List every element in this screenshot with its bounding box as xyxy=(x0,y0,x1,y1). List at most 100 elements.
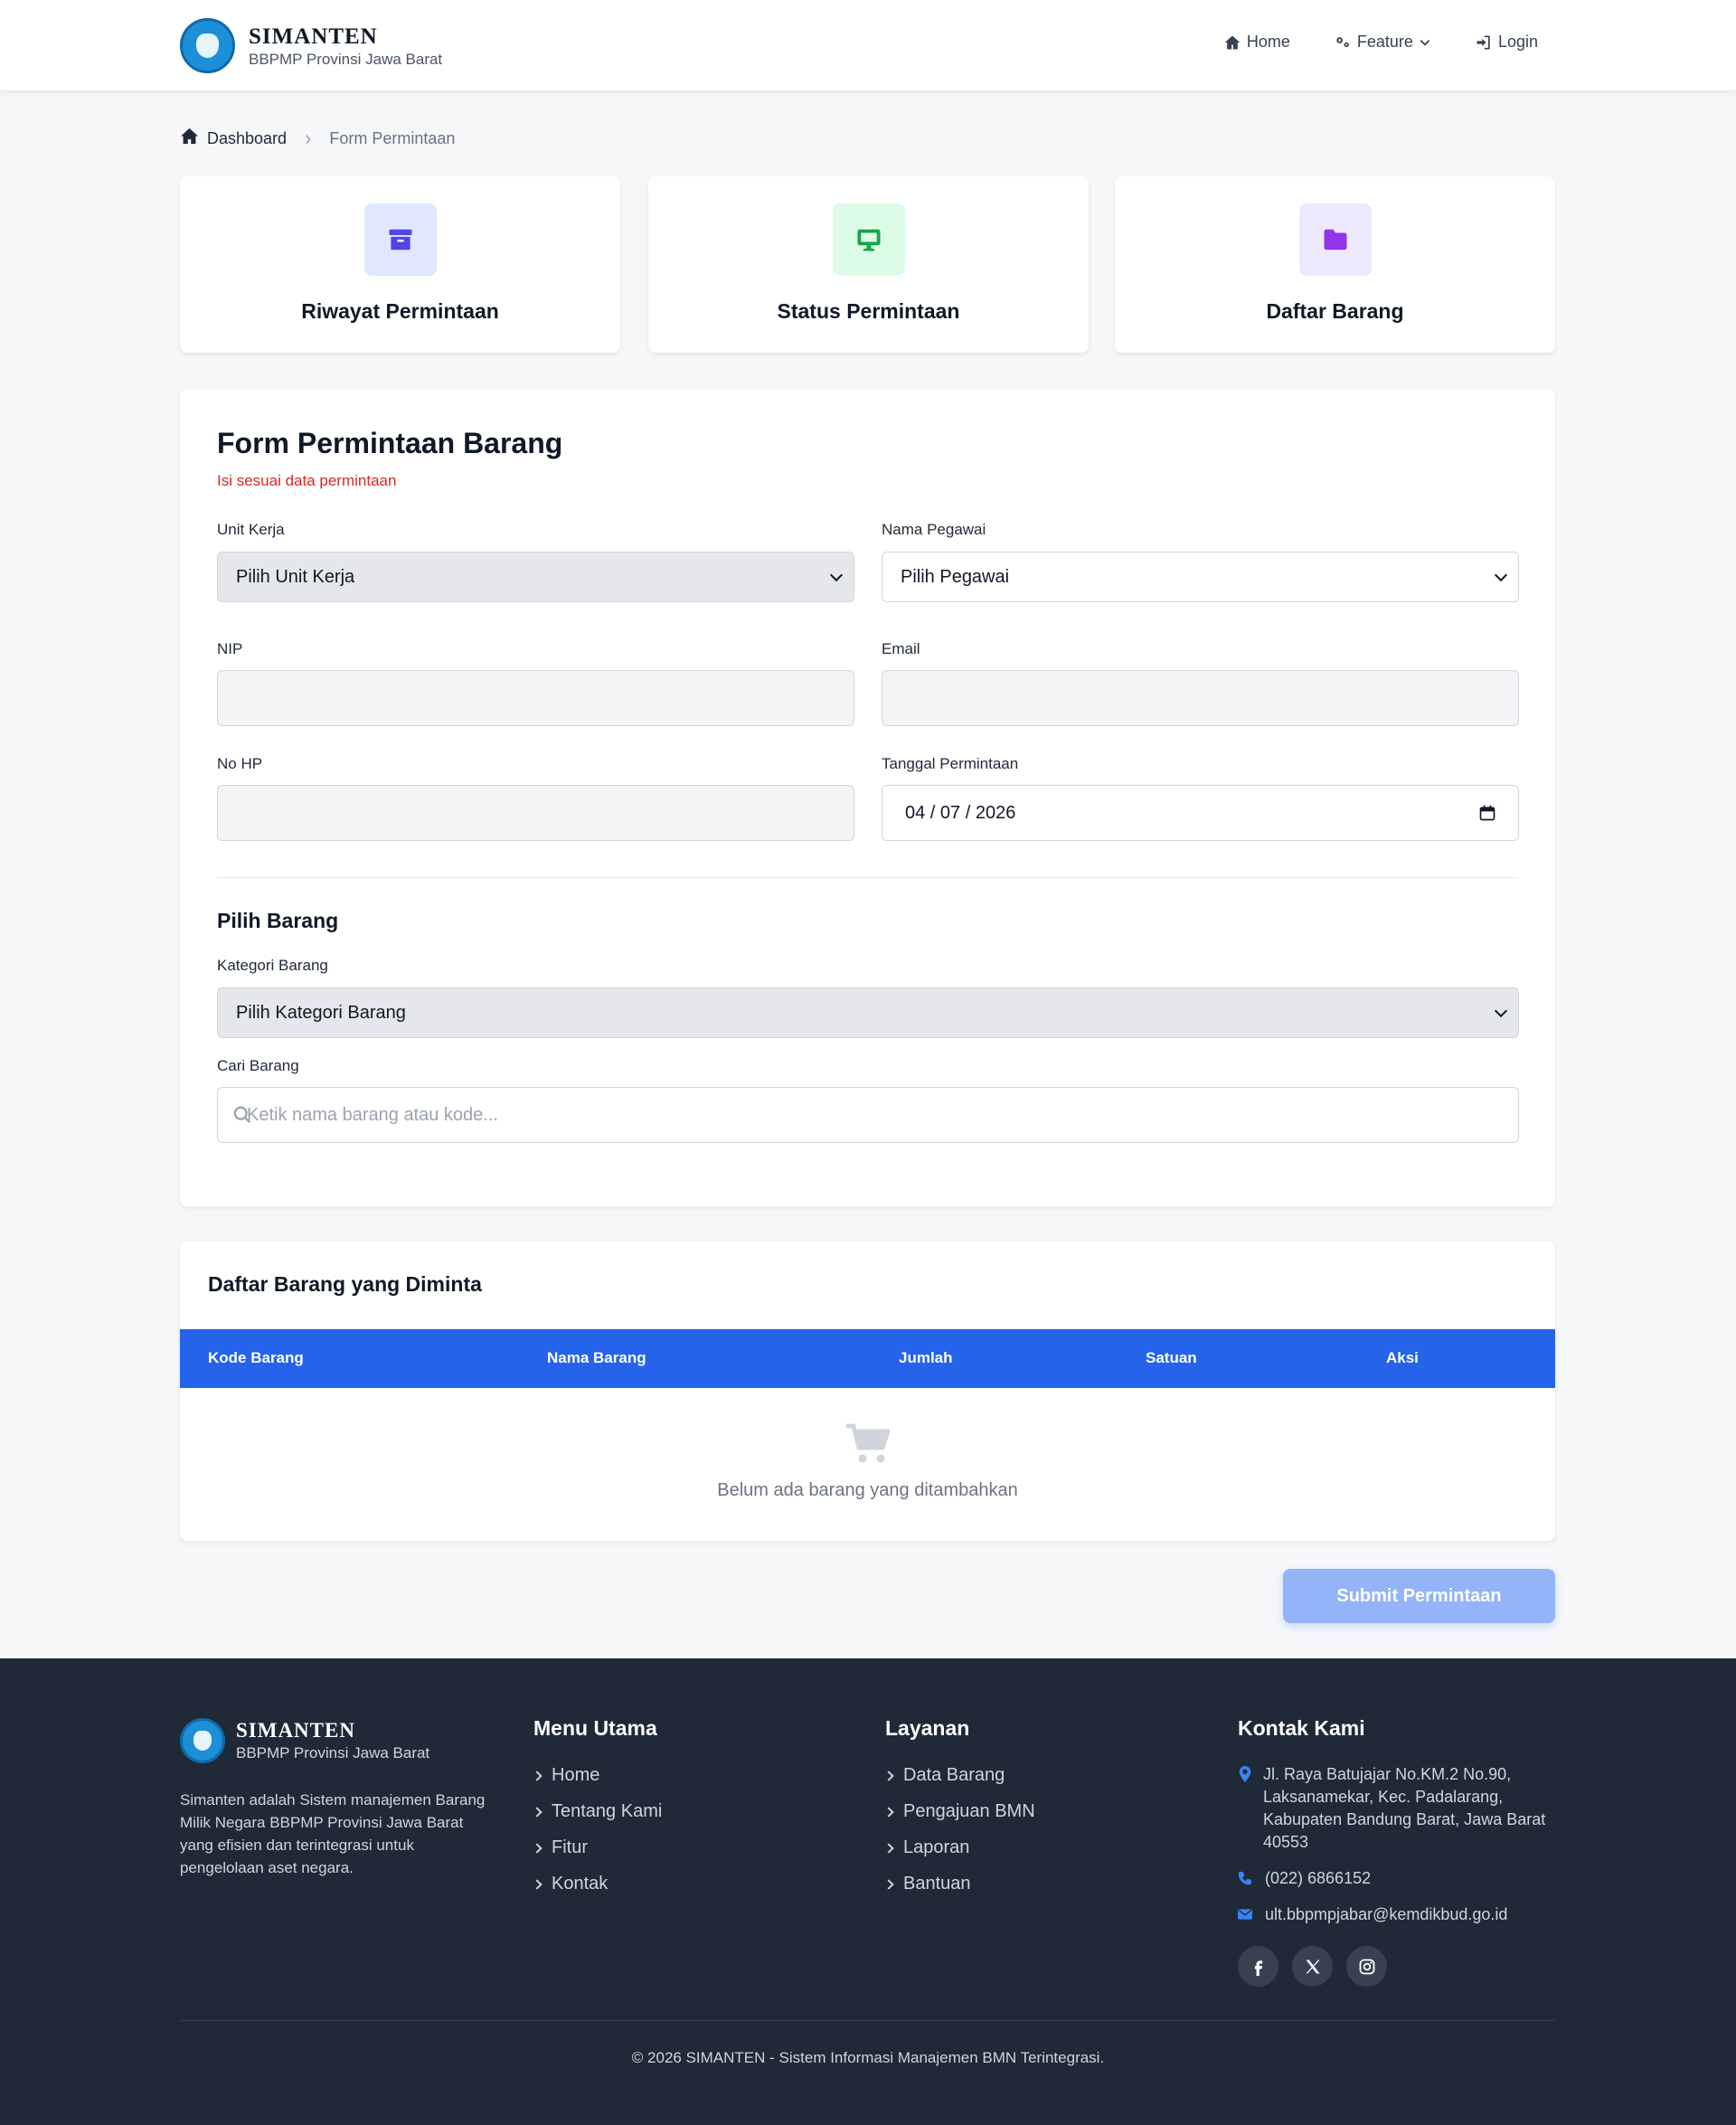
archive-icon xyxy=(363,203,437,276)
email-field[interactable] xyxy=(882,670,1519,726)
column-kode-barang: Kode Barang xyxy=(208,1349,304,1366)
card-label: Riwayat Permintaan xyxy=(301,299,499,323)
phone-text[interactable]: (022) 6866152 xyxy=(1265,1867,1371,1890)
card-status-permintaan[interactable]: Status Permintaan xyxy=(648,176,1089,353)
footer-brand: SIMANTEN BBPMP Provinsi Jawa Barat xyxy=(180,1718,429,1763)
footer-link-label: Tentang Kami xyxy=(552,1801,663,1821)
brand[interactable]: SIMANTEN BBPMP Provinsi Jawa Barat xyxy=(180,18,442,73)
chevron-right-icon xyxy=(883,1843,894,1854)
footer-link-tentang[interactable]: Tentang Kami xyxy=(532,1801,663,1837)
logo xyxy=(180,18,235,73)
empty-state-text: Belum ada barang yang ditambahkan xyxy=(717,1480,1018,1500)
tanggal-permintaan-label: Tanggal Permintaan xyxy=(882,755,1019,772)
brand-title: SIMANTEN xyxy=(249,24,378,49)
footer-divider xyxy=(180,2020,1555,2021)
table-header: Kode Barang Nama Barang Jumlah Satuan Ak… xyxy=(180,1329,1555,1388)
footer-link-kontak[interactable]: Kontak xyxy=(532,1874,662,1910)
footer-link-bantuan[interactable]: Bantuan xyxy=(883,1874,1035,1910)
column-jumlah: Jumlah xyxy=(899,1349,953,1366)
no-hp-label: No HP xyxy=(217,755,263,772)
footer-link-home[interactable]: Home xyxy=(532,1765,662,1801)
brand-subtitle: BBPMP Provinsi Jawa Barat xyxy=(249,50,443,68)
address-text: Jl. Raya Batujajar No.KM.2 No.90, Laksan… xyxy=(1263,1765,1546,1851)
nav-login-label: Login xyxy=(1497,33,1538,51)
nav-feature[interactable]: Feature xyxy=(1334,33,1431,52)
unit-kerja-select[interactable]: Pilih Unit Kerja xyxy=(217,552,854,602)
copyright-text: © 2026 SIMANTEN - Sistem Informasi Manaj… xyxy=(631,2049,1105,2066)
unit-kerja-value: Pilih Unit Kerja xyxy=(236,566,355,587)
pilih-barang-title: Pilih Barang xyxy=(217,909,339,932)
x-icon[interactable] xyxy=(1292,1946,1333,1987)
kategori-barang-select[interactable]: Pilih Kategori Barang xyxy=(217,987,1519,1038)
nav-login[interactable]: Login xyxy=(1475,33,1538,52)
chevron-right-icon xyxy=(532,1807,542,1818)
nama-pegawai-label: Nama Pegawai xyxy=(882,521,986,538)
nav-home-label: Home xyxy=(1246,33,1290,51)
submit-button[interactable]: Submit Permintaan xyxy=(1283,1569,1555,1623)
card-daftar-barang[interactable]: Daftar Barang xyxy=(1115,176,1555,353)
nama-pegawai-value: Pilih Pegawai xyxy=(901,566,1010,587)
cari-barang-label: Cari Barang xyxy=(217,1057,299,1074)
column-nama-barang: Nama Barang xyxy=(547,1349,646,1366)
footer-logo xyxy=(180,1718,225,1763)
folder-icon xyxy=(1298,203,1372,276)
nip-field[interactable] xyxy=(217,670,854,726)
footer: SIMANTEN BBPMP Provinsi Jawa Barat Siman… xyxy=(0,1658,1736,2125)
nip-label: NIP xyxy=(217,640,243,657)
form-subtitle: Isi sesuai data permintaan xyxy=(217,472,397,489)
table-title: Daftar Barang yang Diminta xyxy=(208,1272,482,1296)
instagram-icon[interactable] xyxy=(1346,1946,1387,1987)
nav-feature-label: Feature xyxy=(1356,33,1413,51)
column-aksi: Aksi xyxy=(1386,1349,1419,1366)
kategori-barang-value: Pilih Kategori Barang xyxy=(236,1002,406,1023)
home-icon xyxy=(1224,35,1241,49)
envelope-icon xyxy=(1238,1909,1252,1920)
calendar-icon[interactable] xyxy=(1478,804,1496,822)
footer-link-label: Data Barang xyxy=(903,1765,1005,1785)
nama-pegawai-select[interactable]: Pilih Pegawai xyxy=(882,552,1519,602)
kategori-barang-label: Kategori Barang xyxy=(217,957,328,974)
chevron-down-icon xyxy=(1494,1004,1508,1018)
footer-link-label: Fitur xyxy=(552,1837,588,1857)
chevron-right-icon xyxy=(532,1771,542,1781)
no-hp-field[interactable] xyxy=(217,785,854,841)
footer-link-pengajuan-bmn[interactable]: Pengajuan BMN xyxy=(883,1801,1035,1837)
nav-home[interactable]: Home xyxy=(1223,33,1290,52)
cari-barang-field[interactable] xyxy=(217,1087,1519,1143)
breadcrumb: Dashboard › Form Permintaan xyxy=(180,127,455,150)
nav-menu: Home Feature Login xyxy=(1223,33,1538,52)
footer-link-fitur[interactable]: Fitur xyxy=(532,1837,662,1874)
map-pin-icon xyxy=(1239,1766,1251,1782)
search-input[interactable] xyxy=(247,1104,1518,1126)
form-title: Form Permintaan Barang xyxy=(217,427,563,459)
contact-email: ult.bbpmpjabar@kemdikbud.go.id xyxy=(1238,1903,1507,1926)
footer-link-label: Kontak xyxy=(552,1874,609,1894)
contact-address: Jl. Raya Batujajar No.KM.2 No.90, Laksan… xyxy=(1238,1763,1556,1854)
chevron-right-icon xyxy=(883,1807,894,1818)
card-label: Daftar Barang xyxy=(1266,299,1404,323)
requested-items-card: Daftar Barang yang Diminta Kode Barang N… xyxy=(180,1242,1555,1541)
request-form-card: Form Permintaan Barang Isi sesuai data p… xyxy=(180,389,1555,1206)
chevron-right-icon xyxy=(883,1879,894,1890)
gears-icon xyxy=(1336,36,1349,47)
chevron-right-icon xyxy=(532,1879,542,1890)
tanggal-permintaan-input[interactable]: 04 / 07 / 2026 xyxy=(882,785,1519,841)
footer-link-data-barang[interactable]: Data Barang xyxy=(883,1765,1035,1801)
footer-link-label: Pengajuan BMN xyxy=(903,1801,1035,1821)
menu-utama-title: Menu Utama xyxy=(533,1716,657,1740)
chevron-down-icon xyxy=(1420,39,1430,46)
search-icon xyxy=(233,1106,251,1124)
breadcrumb-dashboard[interactable]: Dashboard xyxy=(207,129,287,148)
email-label: Email xyxy=(882,640,920,657)
phone-icon xyxy=(1238,1871,1252,1885)
footer-link-laporan[interactable]: Laporan xyxy=(883,1837,1035,1874)
card-riwayat-permintaan[interactable]: Riwayat Permintaan xyxy=(180,176,620,353)
tanggal-permintaan-value: 04 / 07 / 2026 xyxy=(905,802,1016,823)
footer-brand-title: SIMANTEN xyxy=(236,1719,355,1742)
email-text[interactable]: ult.bbpmpjabar@kemdikbud.go.id xyxy=(1265,1903,1507,1926)
unit-kerja-label: Unit Kerja xyxy=(217,521,285,538)
chevron-right-icon xyxy=(883,1771,894,1781)
card-label: Status Permintaan xyxy=(777,299,960,323)
chevron-down-icon xyxy=(1494,568,1508,582)
facebook-icon[interactable] xyxy=(1238,1946,1278,1987)
